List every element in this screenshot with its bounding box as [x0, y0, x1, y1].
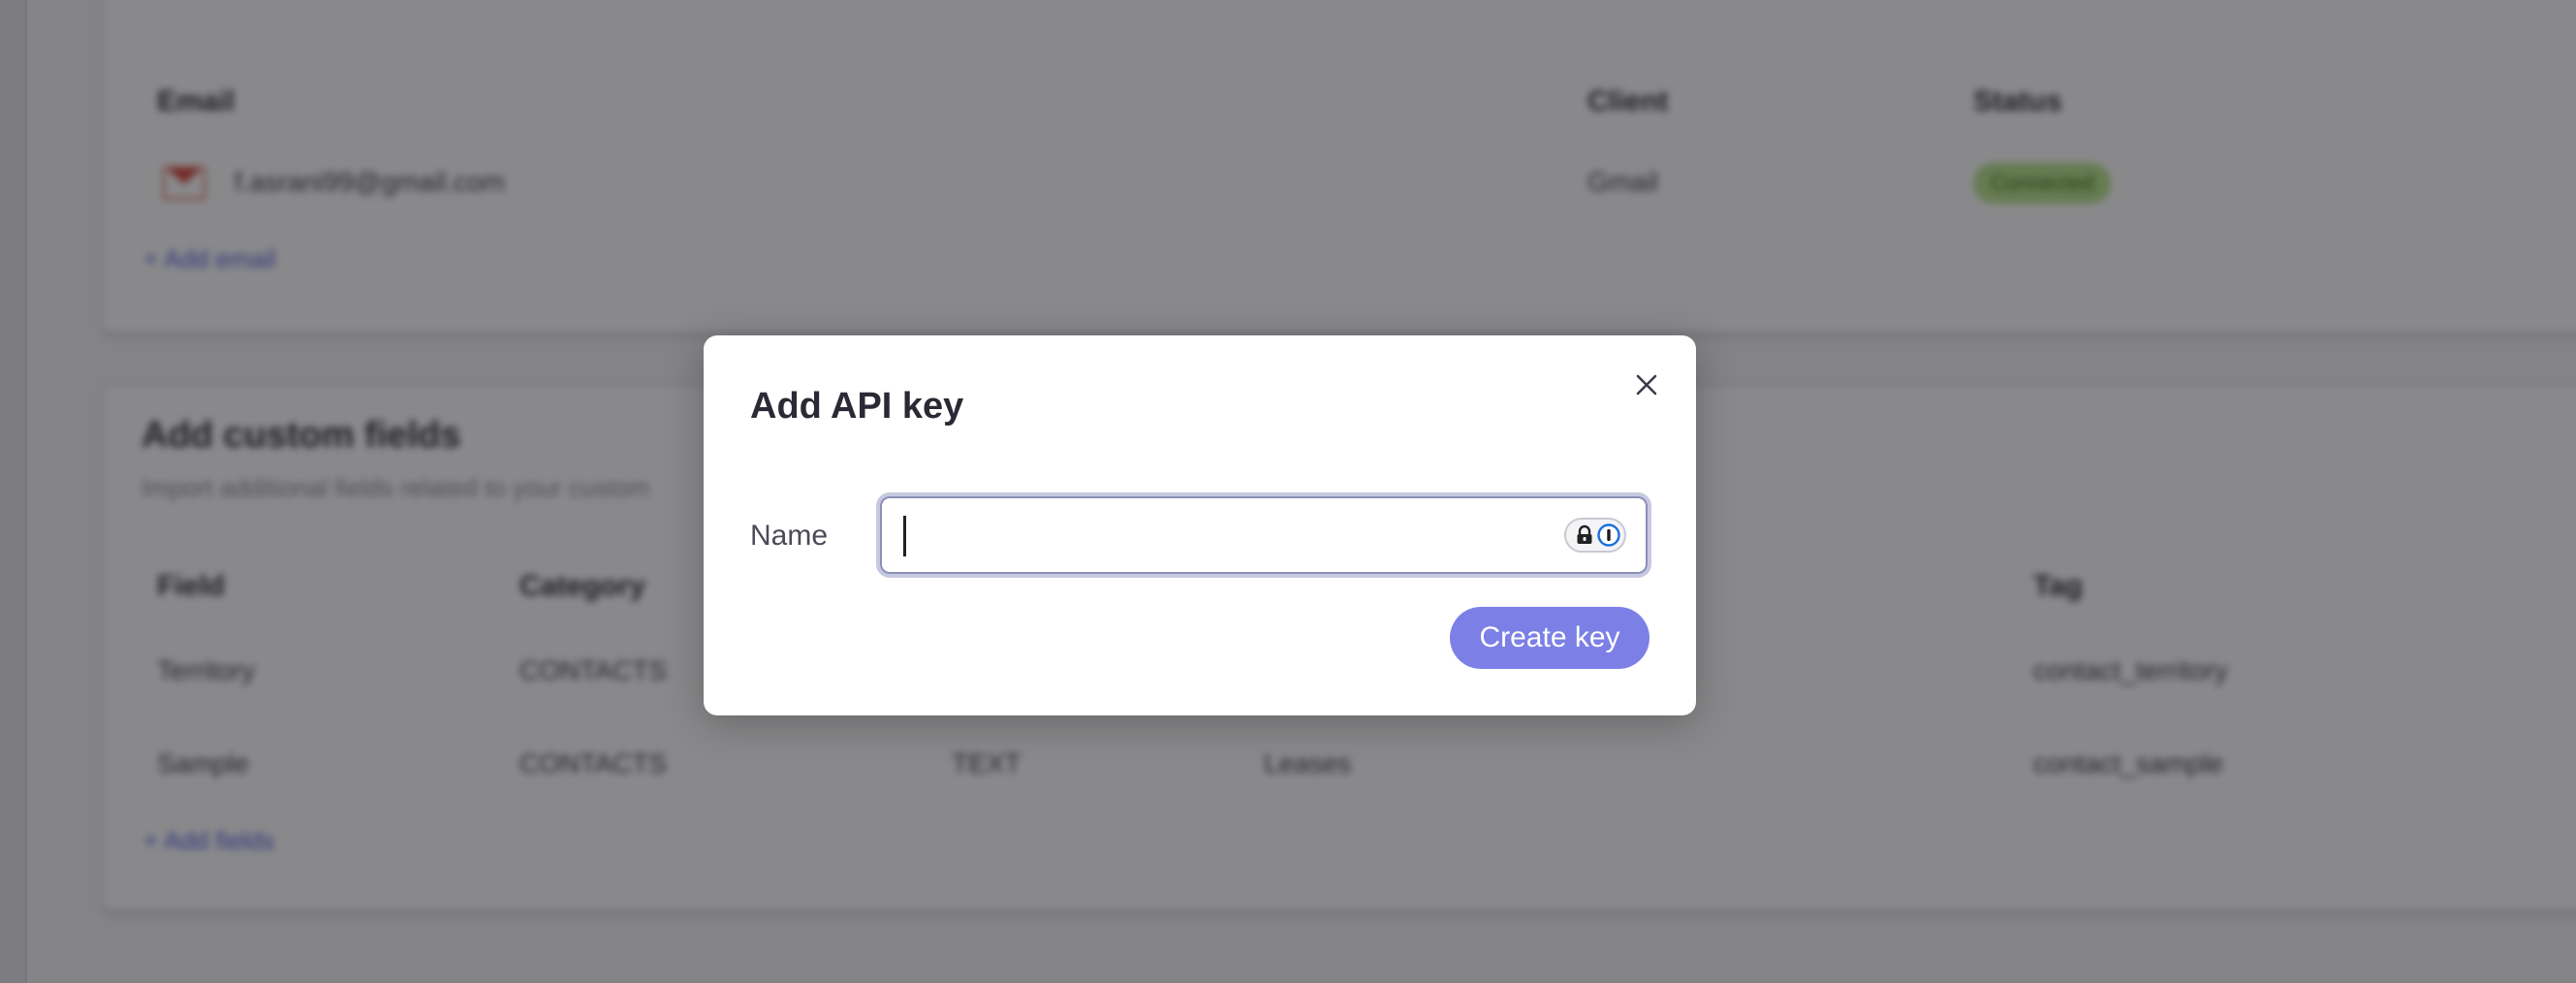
close-icon	[1636, 374, 1657, 396]
onepassword-icon	[1597, 523, 1620, 547]
password-manager-icon[interactable]	[1564, 518, 1626, 553]
lock-icon	[1577, 524, 1592, 544]
close-button[interactable]	[1624, 363, 1669, 407]
name-label: Name	[750, 520, 829, 552]
dialog-title: Add API key	[750, 386, 964, 427]
add-api-key-dialog: Add API key Name Create key	[704, 335, 1696, 715]
create-key-button[interactable]: Create key	[1450, 607, 1649, 669]
text-caret	[903, 516, 906, 556]
name-field-wrapper	[876, 492, 1651, 578]
name-input[interactable]	[899, 510, 1543, 562]
